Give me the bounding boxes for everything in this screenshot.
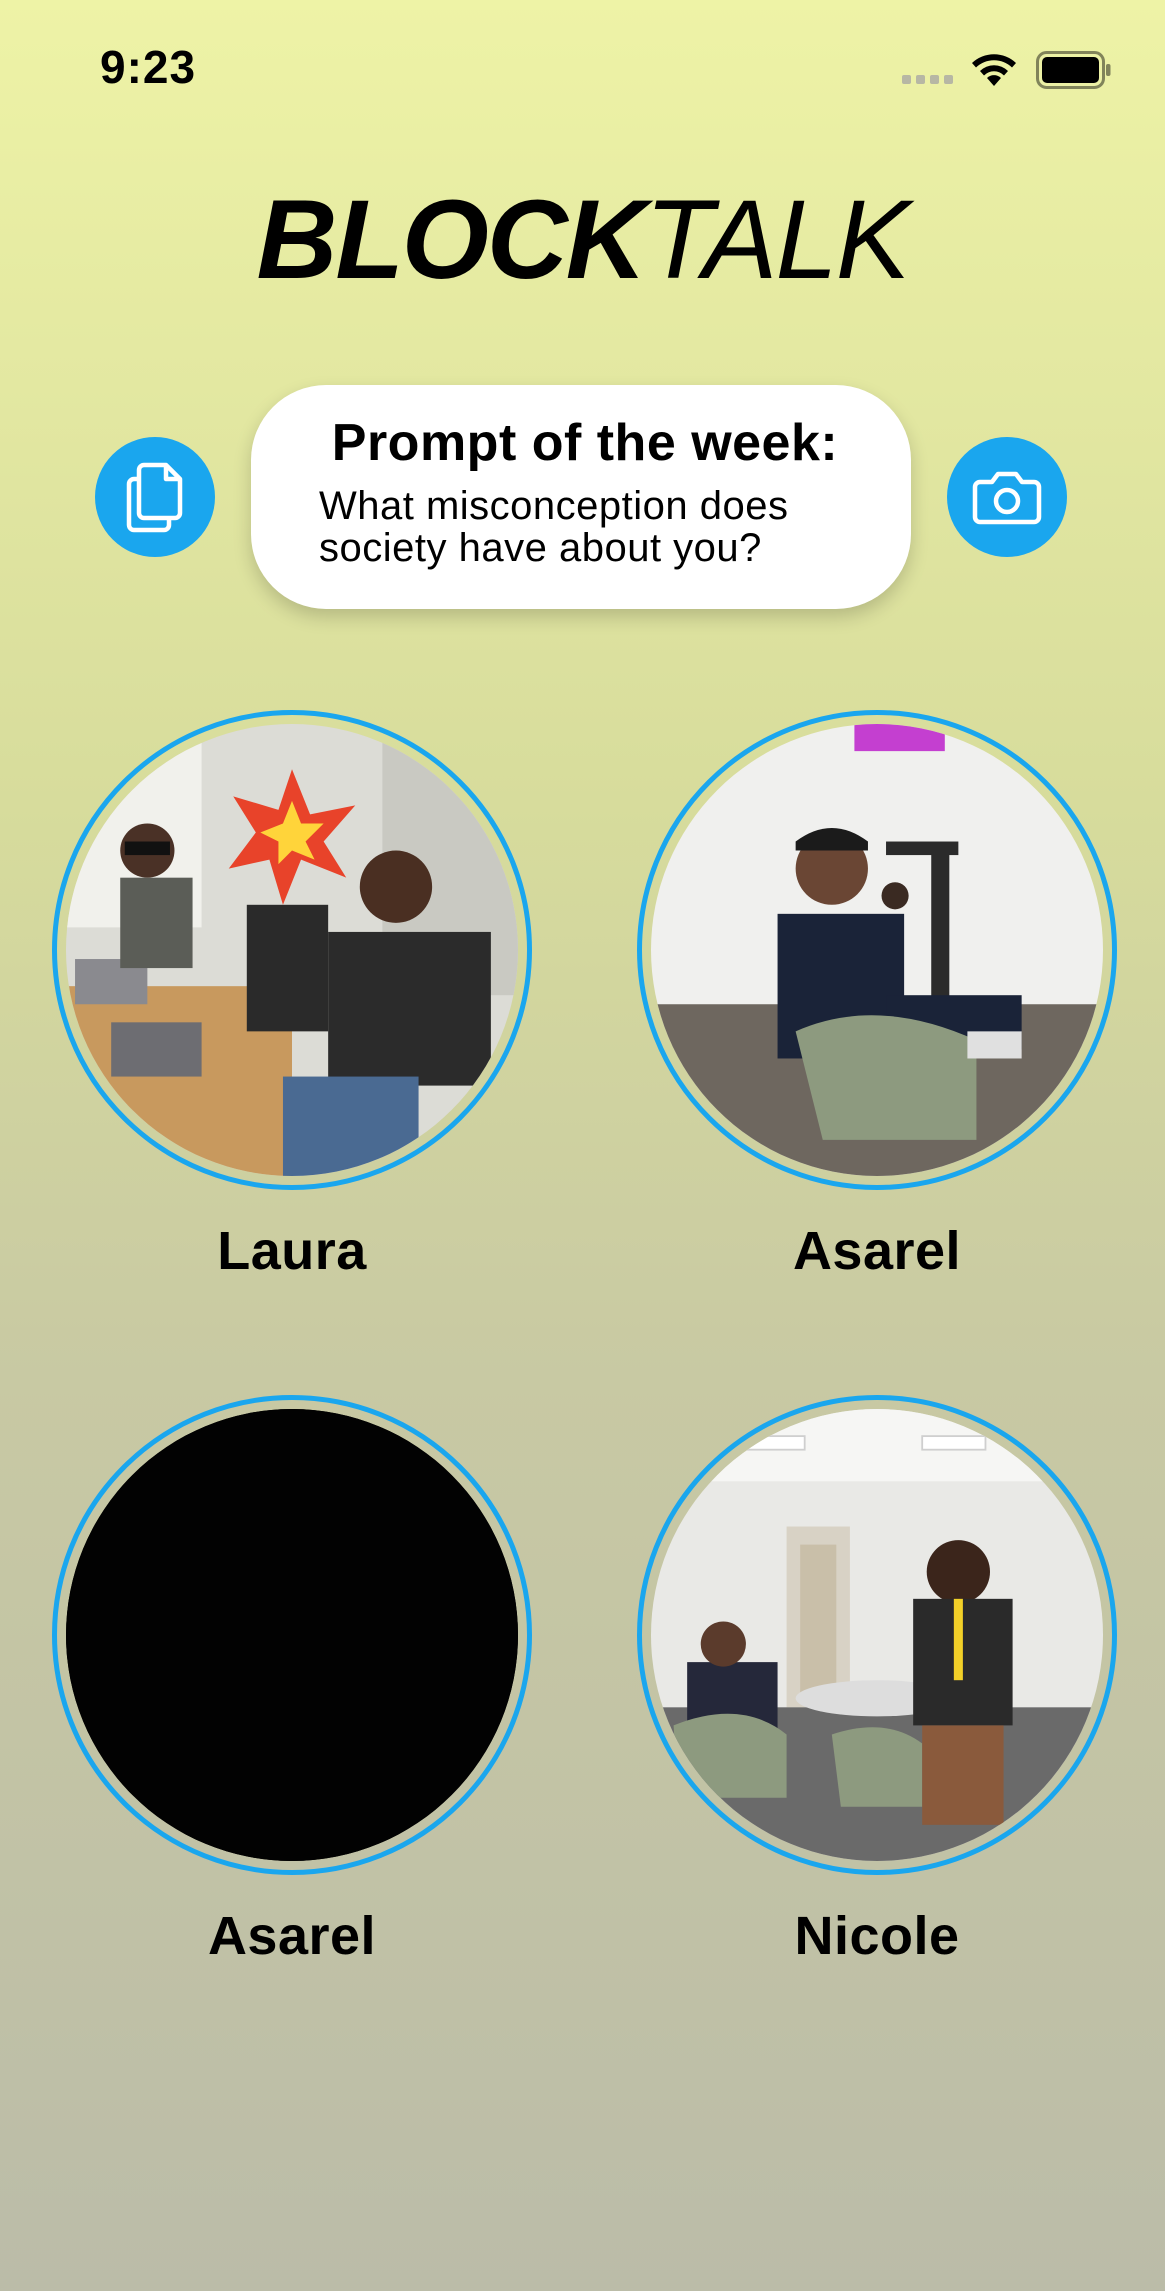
prompt-title: Prompt of the week:: [331, 414, 839, 472]
avatar: [66, 724, 518, 1176]
avatar: [651, 1409, 1103, 1861]
friend-name: Nicole: [794, 1906, 960, 1966]
copy-icon: [126, 462, 183, 533]
friend-name: Asarel: [792, 1221, 962, 1281]
wifi-icon: [972, 54, 1016, 86]
avatar: [651, 724, 1103, 1176]
friend-card: Laura: [52, 710, 532, 1282]
friend-avatar-button[interactable]: [52, 710, 532, 1190]
friend-card: Nicole: [637, 1395, 1117, 1967]
cellular-signal-icon: [902, 75, 953, 84]
status-bar: 9:23: [0, 0, 1165, 140]
standing-woman-photo: [651, 1409, 1103, 1861]
prompt-card: Prompt of the week: What misconception d…: [251, 385, 911, 609]
friend-name: Asarel: [207, 1906, 377, 1966]
prompt-text: What misconception does society have abo…: [319, 484, 789, 570]
black-photo: [66, 1409, 518, 1861]
friend-avatar-button[interactable]: [52, 1395, 532, 1875]
friend-avatar-button[interactable]: [637, 1395, 1117, 1875]
camera-icon: [972, 471, 1042, 525]
friend-name: Laura: [217, 1221, 367, 1281]
app-logo: BLOCKTALK: [0, 175, 1165, 305]
status-time: 9:23: [100, 41, 197, 93]
avatar: [66, 1409, 518, 1861]
battery-icon: [1036, 51, 1111, 89]
friend-card: Asarel: [637, 710, 1117, 1282]
friend-card: Asarel: [52, 1395, 532, 1967]
seated-man-photo: [651, 724, 1103, 1176]
logo-light-text: TALK: [644, 177, 911, 302]
logo-bold-text: BLOCK: [256, 177, 647, 302]
group-office-photo: [66, 724, 518, 1176]
copy-button[interactable]: [95, 437, 215, 557]
friend-avatar-button[interactable]: [637, 710, 1117, 1190]
camera-button[interactable]: [947, 437, 1067, 557]
